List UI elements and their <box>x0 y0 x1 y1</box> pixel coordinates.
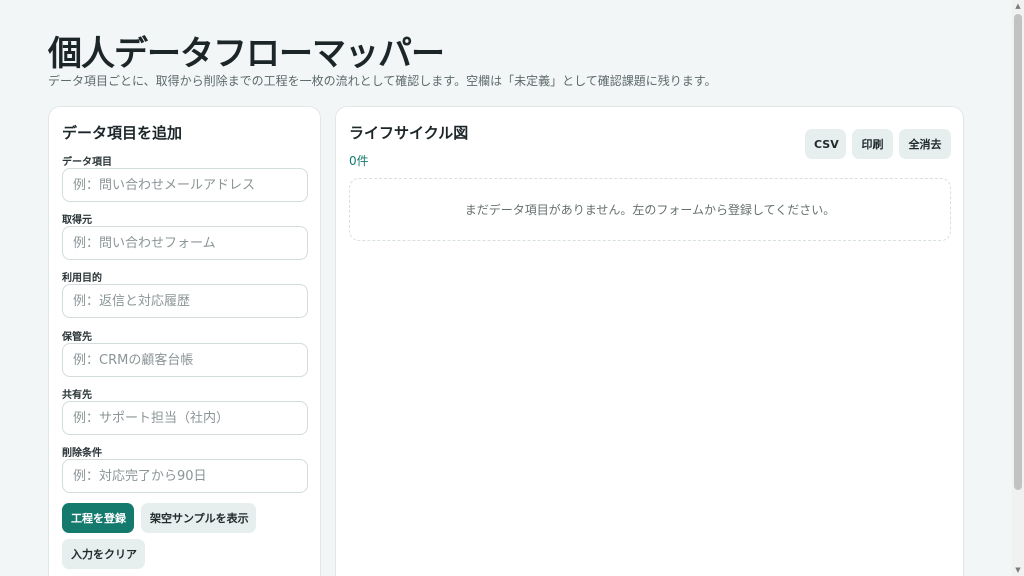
clear-input-button[interactable]: 入力をクリア <box>62 539 145 569</box>
print-button[interactable]: 印刷 <box>852 129 893 159</box>
field-label-deletion: 削除条件 <box>62 448 102 459</box>
page: 個人データフローマッパー データ項目ごとに、取得から削除までの工程を一枚の流れと… <box>0 0 1024 576</box>
page-subtitle: データ項目ごとに、取得から削除までの工程を一枚の流れとして確認します。空欄は「未… <box>48 74 717 88</box>
register-button[interactable]: 工程を登録 <box>62 503 134 533</box>
field-label-storage: 保管先 <box>62 332 92 343</box>
source-input[interactable] <box>62 226 308 260</box>
empty-state: まだデータ項目がありません。左のフォームから登録してください。 <box>349 178 951 241</box>
field-label-purpose: 利用目的 <box>62 273 102 284</box>
scroll-down-icon[interactable]: ▼ <box>1012 564 1024 576</box>
deletion-input[interactable] <box>62 459 308 493</box>
page-title: 個人データフローマッパー <box>48 34 445 74</box>
sharing-input[interactable] <box>62 401 308 435</box>
scroll-up-icon[interactable]: ▲ <box>1012 0 1024 12</box>
data-item-input[interactable] <box>62 168 308 202</box>
field-label-source: 取得元 <box>62 215 92 226</box>
empty-message: まだデータ項目がありません。左のフォームから登録してください。 <box>464 203 836 217</box>
field-label-sharing: 共有先 <box>62 390 92 401</box>
lifecycle-title: ライフサイクル図 <box>349 124 469 142</box>
storage-input[interactable] <box>62 343 308 377</box>
page-scrollbar[interactable]: ▲ ▼ <box>1012 0 1024 576</box>
csv-button[interactable]: CSV <box>805 129 846 159</box>
scroll-thumb[interactable] <box>1014 14 1022 490</box>
form-title: データ項目を追加 <box>62 124 183 142</box>
add-item-form: データ項目を追加 データ項目 取得元 利用目的 保管先 共有先 削除条件 工程を… <box>48 106 321 576</box>
purpose-input[interactable] <box>62 284 308 318</box>
clear-all-button[interactable]: 全消去 <box>899 129 951 159</box>
show-sample-button[interactable]: 架空サンプルを表示 <box>141 503 256 533</box>
field-label-data-item: データ項目 <box>62 157 112 168</box>
lifecycle-panel: ライフサイクル図 0件 CSV 印刷 全消去 まだデータ項目がありません。左のフ… <box>335 106 964 576</box>
item-count: 0件 <box>349 154 369 168</box>
